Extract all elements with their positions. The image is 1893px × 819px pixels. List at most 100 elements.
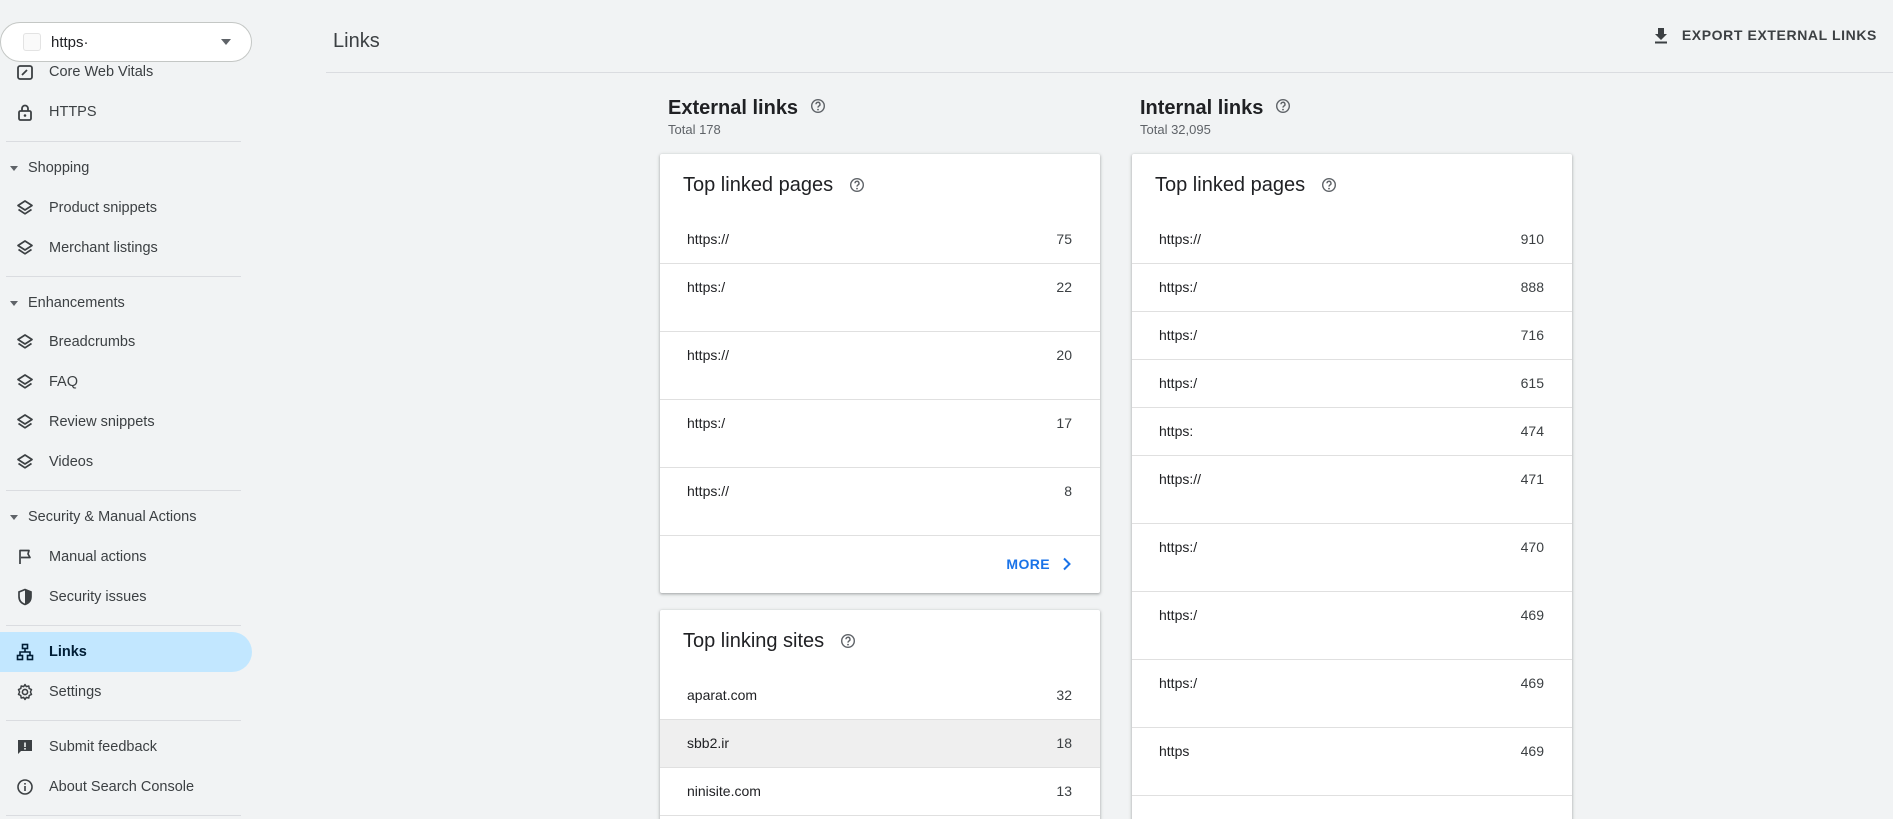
row-url[interactable]: https:/ xyxy=(687,415,725,467)
sidebar-item-merchant-listings[interactable]: Merchant listings xyxy=(0,228,252,268)
sidebar-item-review-snippets[interactable]: Review snippets xyxy=(0,402,252,442)
row-count: 469 xyxy=(1520,743,1544,759)
sidebar-item-faq[interactable]: FAQ xyxy=(0,362,252,402)
row-url[interactable]: https:// xyxy=(1159,471,1201,523)
section-title: Enhancements xyxy=(28,295,125,311)
row-count: 716 xyxy=(1520,327,1544,343)
row-url[interactable]: https:// xyxy=(1159,231,1201,263)
sidebar-item-label: FAQ xyxy=(49,374,79,390)
layers-icon xyxy=(16,239,34,257)
table-row[interactable]: https:/ 615 xyxy=(1132,360,1572,408)
more-button[interactable]: MORE xyxy=(660,536,1100,592)
row-site[interactable]: aparat.com xyxy=(687,687,757,719)
row-count: 18 xyxy=(1056,735,1072,751)
sidebar-item-security-issues[interactable]: Security issues xyxy=(0,577,252,617)
sidebar-item-links[interactable]: Links xyxy=(0,632,252,672)
table-row[interactable]: https: 474 xyxy=(1132,408,1572,456)
external-links-header: External links Total 178 xyxy=(668,97,826,137)
table-row[interactable]: https:/ 469 xyxy=(1132,660,1572,728)
table-row[interactable]: https:// 910 xyxy=(1132,216,1572,264)
section-security-manual-actions[interactable]: Security & Manual Actions xyxy=(0,502,196,532)
row-site[interactable]: sbb2.ir xyxy=(687,735,729,767)
help-icon[interactable] xyxy=(810,97,826,120)
row-count: 470 xyxy=(1520,539,1544,555)
feedback-icon xyxy=(16,738,34,756)
help-icon[interactable] xyxy=(1275,97,1291,120)
layers-icon xyxy=(16,373,34,391)
row-url[interactable]: https:/ xyxy=(1159,279,1197,311)
table-row[interactable]: https:// 75 xyxy=(660,216,1100,264)
lock-icon xyxy=(16,103,34,121)
property-selector[interactable]: https· xyxy=(0,22,252,62)
row-count: 32 xyxy=(1056,687,1072,703)
table-row[interactable]: https:/ 22 xyxy=(660,264,1100,332)
sidebar-item-label: Links xyxy=(49,644,87,660)
caret-down-icon xyxy=(10,165,18,171)
layers-icon xyxy=(16,453,34,471)
layers-icon xyxy=(16,199,34,217)
table-row[interactable]: https:// 20 xyxy=(660,332,1100,400)
table-row[interactable]: sbb2.ir 18 xyxy=(660,720,1100,768)
internal-top-linked-pages-card: Top linked pages https:// 910 https:/ 88… xyxy=(1132,154,1572,819)
table-row[interactable]: https:/ 888 xyxy=(1132,264,1572,312)
gear-icon xyxy=(16,683,34,701)
row-url[interactable]: https:// xyxy=(687,483,729,535)
shield-icon xyxy=(16,588,34,606)
sidebar-item-submit-feedback[interactable]: Submit feedback xyxy=(0,727,252,767)
table-row[interactable]: https:/ 17 xyxy=(660,400,1100,468)
row-url[interactable]: https: xyxy=(1159,423,1193,455)
card-title: Top linked pages xyxy=(683,173,834,196)
sidebar-item-https[interactable]: HTTPS xyxy=(0,92,252,132)
help-icon[interactable] xyxy=(1321,177,1337,193)
sidebar-item-label: Review snippets xyxy=(49,414,155,430)
row-url[interactable]: https:// xyxy=(687,231,729,263)
internal-links-title: Internal links xyxy=(1140,97,1264,119)
section-enhancements[interactable]: Enhancements xyxy=(0,288,125,318)
caret-down-icon xyxy=(10,300,18,306)
table-row[interactable]: ninisite.com 13 xyxy=(660,768,1100,816)
sidebar-item-videos[interactable]: Videos xyxy=(0,442,252,482)
table-row[interactable]: https:/ 469 xyxy=(1132,592,1572,660)
card-title: Top linking sites xyxy=(683,629,825,652)
row-url[interactable]: https:// xyxy=(687,347,729,399)
sidebar-item-product-snippets[interactable]: Product snippets xyxy=(0,188,252,228)
layers-icon xyxy=(16,413,34,431)
row-url[interactable]: https:/ xyxy=(687,279,725,331)
export-label: EXPORT EXTERNAL LINKS xyxy=(1681,27,1877,43)
sidebar-divider xyxy=(6,141,241,142)
row-count: 8 xyxy=(1064,483,1072,499)
internal-links-header: Internal links Total 32,095 xyxy=(1140,97,1291,137)
row-count: 20 xyxy=(1056,347,1072,363)
table-row[interactable]: https:// 8 xyxy=(660,468,1100,536)
page-title: Links xyxy=(333,30,380,52)
row-url[interactable]: https:/ xyxy=(1159,539,1197,591)
sidebar-divider xyxy=(6,490,241,491)
sidebar-item-settings[interactable]: Settings xyxy=(0,672,252,712)
table-row[interactable]: https:/ 470 xyxy=(1132,524,1572,592)
row-url[interactable]: https:/ xyxy=(1159,607,1197,659)
table-row[interactable]: https:// 471 xyxy=(1132,456,1572,524)
section-shopping[interactable]: Shopping xyxy=(0,153,89,183)
internal-links-total: Total 32,095 xyxy=(1140,122,1211,137)
row-url[interactable]: https:/ xyxy=(1159,375,1197,407)
table-row[interactable]: aparat.com 32 xyxy=(660,672,1100,720)
row-url[interactable]: https xyxy=(1159,743,1189,795)
sidebar-item-about[interactable]: About Search Console xyxy=(0,767,252,807)
help-icon[interactable] xyxy=(840,633,856,649)
row-url[interactable]: https:/ xyxy=(1159,327,1197,359)
sidebar-item-breadcrumbs[interactable]: Breadcrumbs xyxy=(0,322,252,362)
sidebar-item-label: Merchant listings xyxy=(49,240,158,256)
sidebar-item-manual-actions[interactable]: Manual actions xyxy=(0,537,252,577)
sidebar-item-label: HTTPS xyxy=(49,104,97,120)
sitemap-icon xyxy=(16,643,34,661)
table-row[interactable]: https 469 xyxy=(1132,728,1572,796)
header-divider xyxy=(326,72,1893,73)
row-count: 17 xyxy=(1056,415,1072,431)
internal-links-title-row: Internal links xyxy=(1140,97,1291,120)
sidebar: Core Web Vitals HTTPS https· Shopping Pr… xyxy=(0,0,256,819)
row-site[interactable]: ninisite.com xyxy=(687,783,761,815)
row-url[interactable]: https:/ xyxy=(1159,675,1197,727)
export-external-links-button[interactable]: EXPORT EXTERNAL LINKS xyxy=(1652,26,1877,44)
table-row[interactable]: https:/ 716 xyxy=(1132,312,1572,360)
help-icon[interactable] xyxy=(849,177,865,193)
